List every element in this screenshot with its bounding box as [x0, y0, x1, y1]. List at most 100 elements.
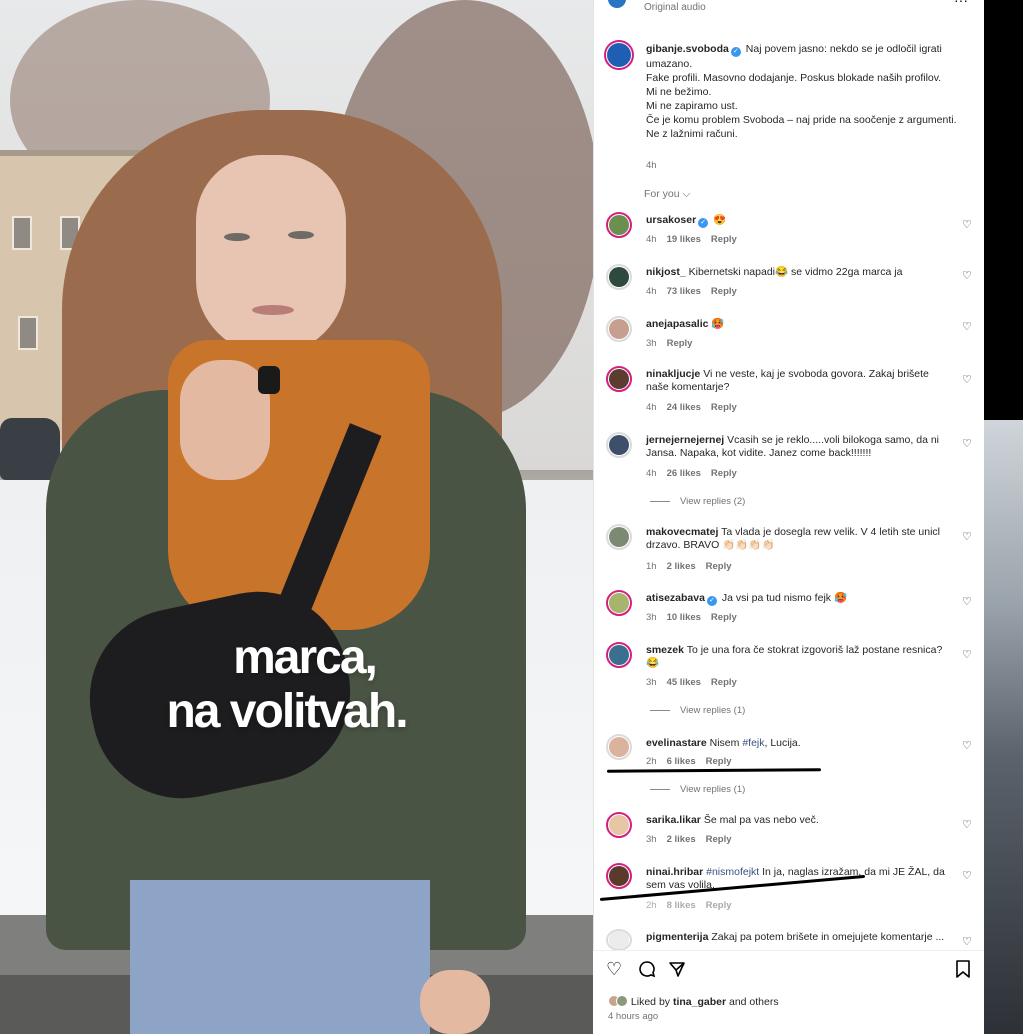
commenter-avatar[interactable]: [606, 432, 632, 458]
view-replies-button[interactable]: View replies (1): [650, 705, 745, 716]
view-replies-label[interactable]: View replies (2): [680, 496, 745, 507]
video-caption-line2: na volitvah.: [166, 685, 408, 738]
commenter-avatar[interactable]: [606, 863, 632, 889]
comment-meta: 3h 45 likes Reply: [646, 677, 737, 688]
reply-button[interactable]: Reply: [706, 561, 732, 572]
post-time: 4h: [646, 160, 657, 171]
comment-username[interactable]: ursakoser: [646, 214, 696, 226]
comment-body: Kibernetski napadi😂 se vidmo 22ga marca …: [688, 266, 903, 278]
comment-username[interactable]: evelinastare: [646, 737, 707, 749]
like-comment-heart-icon[interactable]: ♡: [962, 271, 973, 282]
like-comment-heart-icon[interactable]: ♡: [962, 439, 973, 450]
view-replies-button[interactable]: View replies (1): [650, 784, 745, 795]
comment-username[interactable]: pigmenterija: [646, 931, 708, 943]
commenter-avatar[interactable]: [606, 264, 632, 290]
hashtag-link[interactable]: #nismofejkt: [706, 866, 759, 878]
video-caption-line1: marca,: [233, 631, 378, 684]
liked-suffix: and others: [726, 996, 779, 1008]
like-comment-heart-icon[interactable]: ♡: [962, 220, 973, 231]
reply-button[interactable]: Reply: [711, 234, 737, 245]
like-comment-heart-icon[interactable]: ♡: [962, 741, 973, 752]
author-username[interactable]: gibanje.svoboda: [646, 43, 729, 55]
reply-button[interactable]: Reply: [711, 468, 737, 479]
comment-likes[interactable]: 2 likes: [667, 834, 696, 845]
comment-body: To je una fora če stokrat izgovoriš laž …: [646, 644, 943, 669]
commenter-avatar[interactable]: [606, 812, 632, 838]
commenter-avatar[interactable]: [606, 642, 632, 668]
comment-time: 1h: [646, 561, 657, 572]
like-comment-heart-icon[interactable]: ♡: [962, 597, 973, 608]
comment-likes[interactable]: 26 likes: [667, 468, 701, 479]
view-replies-label[interactable]: View replies (1): [680, 705, 745, 716]
comment-likes[interactable]: 8 likes: [667, 900, 696, 911]
like-comment-heart-icon[interactable]: ♡: [962, 871, 973, 882]
reply-button[interactable]: Reply: [706, 834, 732, 845]
like-comment-heart-icon[interactable]: ♡: [962, 937, 973, 948]
like-comment-heart-icon[interactable]: ♡: [962, 532, 973, 543]
comment-likes[interactable]: 19 likes: [667, 234, 701, 245]
commenter-avatar[interactable]: [606, 524, 632, 550]
reply-button[interactable]: Reply: [711, 286, 737, 297]
more-options-icon[interactable]: ···: [954, 0, 968, 8]
comment-likes[interactable]: 6 likes: [667, 756, 696, 767]
comment-username[interactable]: ninakljucje: [646, 368, 700, 380]
reply-button[interactable]: Reply: [706, 900, 732, 911]
comment-sort-dropdown[interactable]: For you ⌵: [644, 188, 690, 201]
hashtag-link[interactable]: #fejk: [742, 737, 764, 749]
parked-car: [0, 418, 60, 480]
comment-text: sarika.likar Še mal pa vas nebo več.: [646, 814, 951, 827]
liked-by-username[interactable]: tina_gaber: [673, 996, 726, 1008]
reply-button[interactable]: Reply: [706, 756, 732, 767]
original-audio-link[interactable]: Original audio: [644, 2, 706, 13]
view-replies-label[interactable]: View replies (1): [680, 784, 745, 795]
comment-username[interactable]: nikjost_: [646, 266, 686, 278]
comment-time: 3h: [646, 612, 657, 623]
comment-meta: 3h 10 likes Reply: [646, 612, 737, 623]
comment-text: smezek To je una fora če stokrat izgovor…: [646, 644, 951, 670]
like-comment-heart-icon[interactable]: ♡: [962, 820, 973, 831]
comment-username[interactable]: ninai.hribar: [646, 866, 703, 878]
commenter-avatar[interactable]: [606, 929, 632, 951]
comment-username[interactable]: anejapasalic: [646, 318, 708, 330]
liker-avatar: [616, 995, 628, 1007]
comment-meta: 2h 8 likes Reply: [646, 900, 732, 911]
like-comment-heart-icon[interactable]: ♡: [962, 650, 973, 661]
comment-username[interactable]: makovecmatej: [646, 526, 718, 538]
commenter-avatar[interactable]: [606, 734, 632, 760]
reply-button[interactable]: Reply: [667, 338, 693, 349]
commenter-avatar[interactable]: [606, 316, 632, 342]
view-replies-button[interactable]: View replies (2): [650, 496, 745, 507]
save-bookmark-icon[interactable]: [955, 960, 971, 981]
comment-meta: 2h 6 likes Reply: [646, 756, 732, 767]
like-comment-heart-icon[interactable]: ♡: [962, 322, 973, 333]
author-avatar[interactable]: [604, 40, 634, 70]
comment-meta: 4h 26 likes Reply: [646, 468, 737, 479]
share-paper-plane-icon[interactable]: [668, 960, 686, 981]
reply-button[interactable]: Reply: [711, 402, 737, 413]
comment-likes[interactable]: 10 likes: [667, 612, 701, 623]
liked-by-summary[interactable]: Liked by tina_gaber and others: [608, 995, 779, 1008]
like-heart-icon[interactable]: ♡: [606, 960, 622, 978]
comment-username[interactable]: jernejernejernej: [646, 434, 724, 446]
liked-prefix: Liked by: [630, 996, 673, 1008]
comment-time: 4h: [646, 286, 657, 297]
reel-video[interactable]: marca, na volitvah.: [0, 0, 593, 1034]
comment-meta: 1h 2 likes Reply: [646, 561, 732, 572]
comment-text: atisezabava ✓ Ja vsi pa tud nismo fejk 🥵: [646, 592, 951, 606]
reply-button[interactable]: Reply: [711, 677, 737, 688]
comment-username[interactable]: atisezabava: [646, 592, 705, 604]
reply-button[interactable]: Reply: [711, 612, 737, 623]
comment-username[interactable]: sarika.likar: [646, 814, 701, 826]
comment-likes[interactable]: 2 likes: [667, 561, 696, 572]
commenter-avatar[interactable]: [606, 590, 632, 616]
comment-bubble-icon[interactable]: [638, 960, 656, 981]
like-comment-heart-icon[interactable]: ♡: [962, 375, 973, 386]
commenter-avatar[interactable]: [606, 212, 632, 238]
comment-username[interactable]: smezek: [646, 644, 684, 656]
woman-hand: [180, 360, 270, 480]
comment-likes[interactable]: 24 likes: [667, 402, 701, 413]
commenter-avatar[interactable]: [606, 366, 632, 392]
comment-likes[interactable]: 45 likes: [667, 677, 701, 688]
comment-time: 3h: [646, 338, 657, 349]
comment-likes[interactable]: 73 likes: [667, 286, 701, 297]
